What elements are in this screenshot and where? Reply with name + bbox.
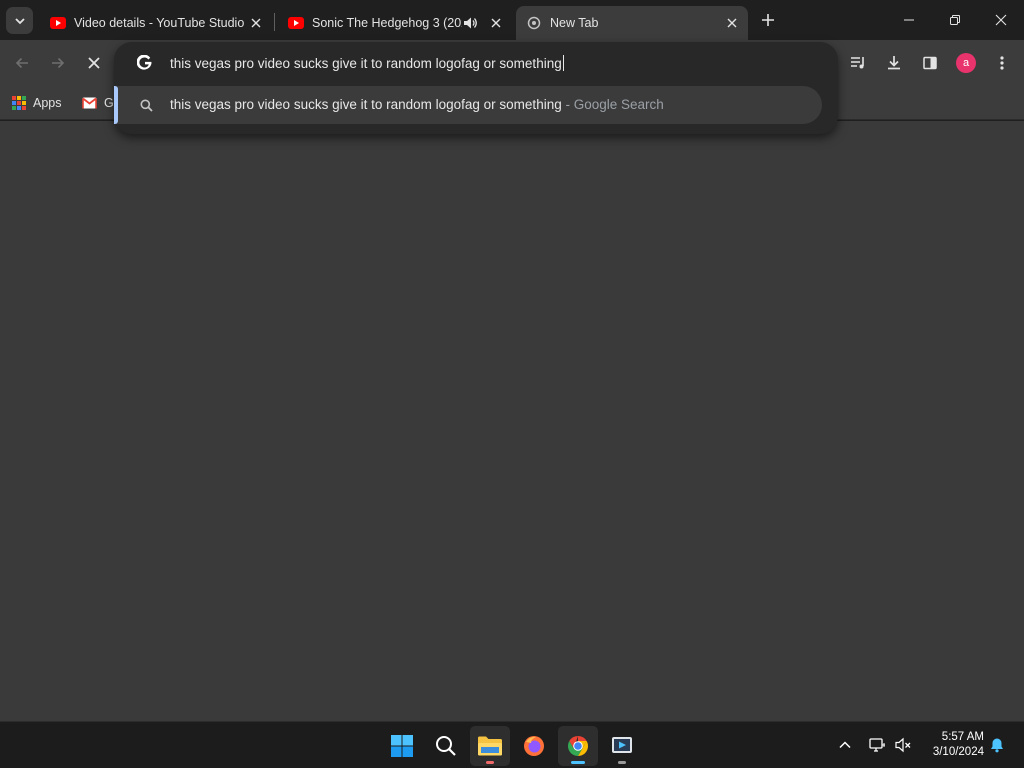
taskbar-file-explorer[interactable] [470, 726, 510, 766]
stop-loading-button[interactable] [80, 49, 108, 77]
back-button[interactable] [8, 49, 36, 77]
google-icon [136, 54, 154, 72]
download-icon [888, 56, 900, 70]
arrow-right-icon [52, 57, 65, 69]
taskbar-chrome[interactable] [558, 726, 598, 766]
side-panel-button[interactable] [916, 49, 944, 77]
network-button[interactable] [866, 734, 888, 756]
text-caret [562, 55, 564, 71]
address-input-value: this vegas pro video sucks give it to ra… [170, 56, 562, 71]
close-icon [251, 18, 261, 28]
bookmark-apps[interactable]: Apps [12, 92, 62, 114]
apps-grid-icon [12, 96, 26, 110]
youtube-icon [288, 15, 304, 31]
app-active-indicator [571, 761, 585, 764]
chevron-down-icon [14, 17, 25, 24]
gmail-icon [82, 97, 97, 109]
suggestion-query: this vegas pro video sucks give it to ra… [170, 97, 562, 112]
taskbar-clock[interactable]: 5:57 AM 3/10/2024 [920, 730, 984, 760]
selection-indicator [114, 86, 118, 124]
taskbar: 5:57 AM 3/10/2024 [0, 721, 1024, 768]
taskbar-firefox[interactable] [514, 726, 554, 766]
tab-close-button[interactable] [488, 15, 504, 31]
notifications-button[interactable] [986, 734, 1008, 756]
chrome-newtab-icon [526, 15, 542, 31]
tab-new-tab[interactable]: New Tab [516, 6, 748, 40]
search-icon [436, 736, 456, 756]
clock-time: 5:57 AM [941, 731, 984, 743]
restore-icon [950, 15, 960, 25]
network-icon [869, 738, 885, 752]
close-icon [995, 14, 1007, 26]
taskbar-media-player[interactable] [602, 726, 642, 766]
app-running-indicator [486, 761, 494, 764]
suggestion-text: this vegas pro video sucks give it to ra… [170, 97, 664, 112]
side-panel-icon [923, 56, 937, 70]
app-running-indicator [618, 761, 626, 764]
tab-strip: Video details - YouTube Studio Sonic The… [0, 0, 1024, 40]
firefox-icon [524, 736, 544, 756]
profile-button[interactable]: a [952, 49, 980, 77]
tab-close-button[interactable] [248, 15, 264, 31]
media-controls-button[interactable] [844, 49, 872, 77]
chrome-icon [568, 736, 588, 756]
tab-sonic[interactable]: Sonic The Hedgehog 3 (202 [278, 6, 512, 40]
plus-icon [762, 14, 774, 26]
bell-icon [991, 738, 1003, 753]
address-bar[interactable]: this vegas pro video sucks give it to ra… [114, 42, 838, 84]
media-queue-icon [851, 57, 864, 69]
new-tab-button[interactable] [756, 8, 780, 32]
speaker-icon[interactable] [462, 15, 478, 31]
omnibox-dropdown: this vegas pro video sucks give it to ra… [114, 42, 838, 134]
search-icon [138, 97, 154, 113]
clock-date: 3/10/2024 [932, 746, 984, 758]
tab-title: Sonic The Hedgehog 3 (202 [312, 16, 462, 30]
more-vertical-icon [1000, 56, 1004, 70]
minimize-button[interactable] [886, 0, 932, 40]
menu-button[interactable] [988, 49, 1016, 77]
chevron-up-icon [839, 741, 851, 749]
restore-button[interactable] [932, 0, 978, 40]
tab-search-button[interactable] [6, 7, 33, 34]
volume-button[interactable] [892, 734, 914, 756]
media-player-icon [612, 737, 632, 753]
close-icon [491, 18, 501, 28]
tab-close-button[interactable] [724, 15, 740, 31]
close-icon [88, 57, 100, 69]
tab-separator [274, 13, 275, 31]
show-hidden-icons-button[interactable] [834, 734, 856, 756]
page-content [0, 121, 1024, 721]
taskbar-search-button[interactable] [426, 726, 466, 766]
windows-start-icon [391, 735, 413, 757]
minimize-icon [904, 19, 914, 21]
volume-muted-icon [895, 737, 911, 753]
close-icon [727, 18, 737, 28]
tab-title: New Tab [550, 16, 599, 30]
omnibox-suggestion[interactable]: this vegas pro video sucks give it to ra… [114, 86, 822, 124]
downloads-button[interactable] [880, 49, 908, 77]
tab-title: Video details - YouTube Studio [74, 16, 244, 30]
close-window-button[interactable] [978, 0, 1024, 40]
youtube-icon [50, 15, 66, 31]
forward-button[interactable] [44, 49, 72, 77]
avatar: a [956, 53, 976, 73]
folder-icon [478, 736, 502, 756]
tab-youtube-studio[interactable]: Video details - YouTube Studio [40, 6, 272, 40]
start-button[interactable] [382, 726, 422, 766]
address-input[interactable]: this vegas pro video sucks give it to ra… [170, 55, 564, 71]
suggestion-suffix: - Google Search [561, 97, 664, 112]
arrow-left-icon [15, 57, 28, 69]
bookmark-label: Apps [33, 96, 62, 110]
bookmark-gmail[interactable]: Gr [82, 92, 118, 114]
